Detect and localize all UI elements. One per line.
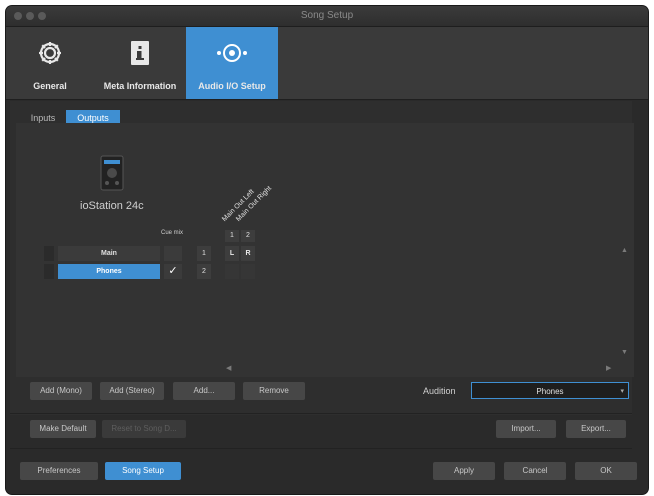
divider: [10, 448, 632, 449]
tab-general[interactable]: General: [6, 27, 94, 99]
routing-cell-main-2[interactable]: R: [241, 246, 255, 261]
routing-cell-phones-2[interactable]: [241, 264, 255, 279]
routing-cell-main-1[interactable]: L: [225, 246, 239, 261]
remove-button[interactable]: Remove: [243, 382, 305, 400]
title-bar: Song Setup: [6, 6, 648, 27]
device-name: ioStation 24c: [80, 200, 144, 212]
column-index-1: 1: [225, 230, 239, 242]
routing-cell-phones-1[interactable]: [225, 264, 239, 279]
divider: [10, 413, 632, 414]
tab-meta-information[interactable]: Meta Information: [94, 27, 186, 99]
make-default-button[interactable]: Make Default: [30, 420, 96, 438]
preferences-button[interactable]: Preferences: [20, 462, 98, 480]
audition-select-value: Phones: [536, 387, 564, 396]
scroll-left-icon[interactable]: ◀: [226, 364, 231, 372]
apply-button[interactable]: Apply: [433, 462, 495, 480]
export-button[interactable]: Export...: [566, 420, 626, 438]
audition-select[interactable]: Phones ▾: [471, 382, 629, 399]
gear-icon: [39, 42, 61, 64]
tab-audio-io-setup[interactable]: Audio I/O Setup: [186, 27, 278, 99]
song-setup-button[interactable]: Song Setup: [105, 462, 181, 480]
add-button[interactable]: Add...: [173, 382, 235, 400]
info-icon: [131, 41, 149, 65]
bus-row-handle[interactable]: [44, 264, 54, 279]
bus-row-handle[interactable]: [44, 246, 54, 261]
tab-general-label: General: [33, 81, 67, 91]
bus-row-number: 2: [197, 264, 211, 279]
cue-mix-checkbox-main[interactable]: [164, 246, 182, 261]
add-stereo-button[interactable]: Add (Stereo): [100, 382, 164, 400]
column-index-2: 2: [241, 230, 255, 242]
tab-audio-io-setup-label: Audio I/O Setup: [198, 81, 266, 91]
audition-label: Audition: [423, 386, 456, 396]
chevron-down-icon: ▾: [620, 388, 624, 395]
cue-mix-label: Cue mix: [160, 230, 183, 236]
cue-mix-checkbox-phones[interactable]: ✓: [164, 264, 182, 279]
scroll-down-icon[interactable]: ▼: [621, 349, 628, 356]
scroll-right-icon[interactable]: ▶: [606, 364, 611, 372]
audio-io-icon: [217, 44, 247, 62]
ok-button[interactable]: OK: [575, 462, 637, 480]
tab-meta-information-label: Meta Information: [103, 81, 177, 91]
window-title: Song Setup: [300, 10, 354, 21]
bus-main[interactable]: Main: [58, 246, 160, 261]
top-tab-bar: General Meta Information Audio I/O Setup: [6, 27, 648, 100]
add-mono-button[interactable]: Add (Mono): [30, 382, 92, 400]
reset-to-song-default-button[interactable]: Reset to Song D...: [102, 420, 186, 438]
cancel-button[interactable]: Cancel: [504, 462, 566, 480]
bus-phones[interactable]: Phones: [58, 264, 160, 279]
scroll-up-icon[interactable]: ▲: [621, 247, 628, 254]
import-button[interactable]: Import...: [496, 420, 556, 438]
audio-interface-icon: [100, 155, 124, 191]
bus-row-number: 1: [197, 246, 211, 261]
